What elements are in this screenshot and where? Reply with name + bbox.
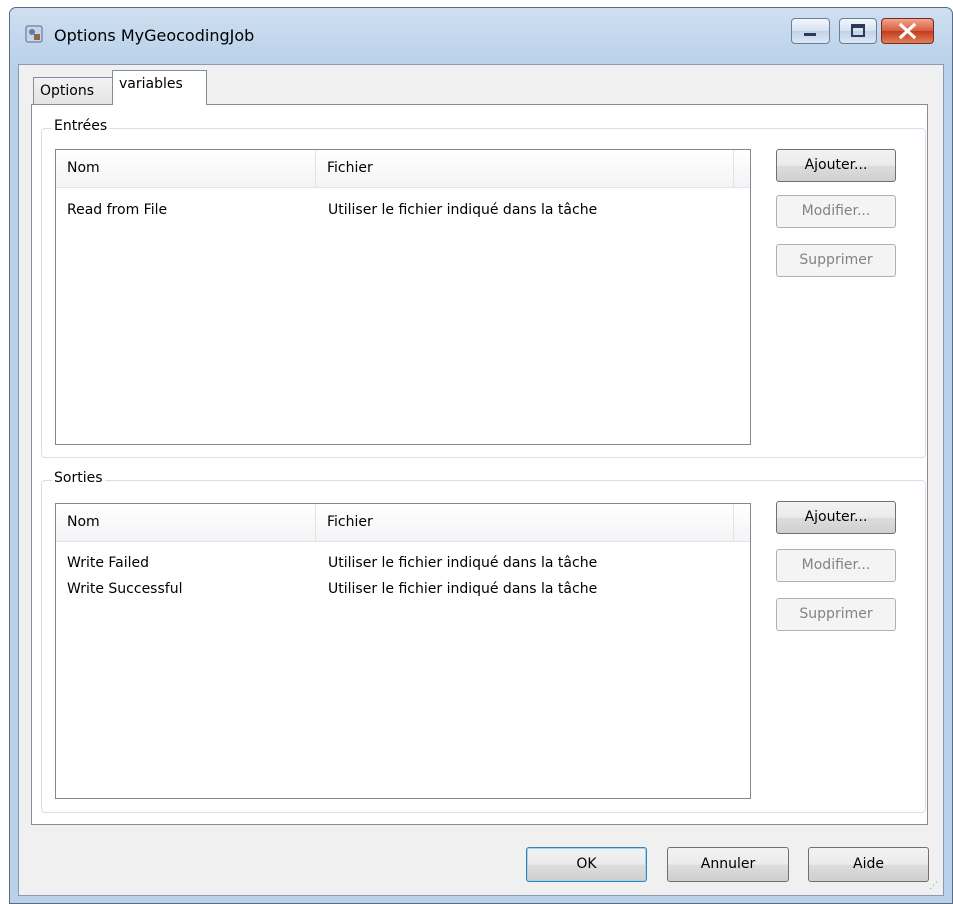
entrees-group: Entrées Nom Fichier Read from File Utili… xyxy=(41,118,926,458)
maximize-button[interactable] xyxy=(839,18,877,44)
list-item-fichier: Utiliser le fichier indiqué dans la tâch… xyxy=(328,555,598,571)
list-item-fichier: Utiliser le fichier indiqué dans la tâch… xyxy=(328,202,598,218)
sorties-group: Sorties Nom Fichier Write Failed Utilise… xyxy=(41,470,926,813)
list-item-nom: Write Successful xyxy=(67,581,183,597)
title-bar[interactable]: Options MyGeocodingJob xyxy=(10,8,952,64)
entrees-list[interactable]: Nom Fichier Read from File Utiliser le f… xyxy=(55,149,751,445)
entrees-delete-button[interactable]: Supprimer xyxy=(776,244,896,277)
sorties-list[interactable]: Nom Fichier Write Failed Utiliser le fic… xyxy=(55,503,751,799)
sorties-delete-button[interactable]: Supprimer xyxy=(776,598,896,631)
entrees-group-label: Entrées xyxy=(52,118,110,134)
list-item[interactable]: Write Failed Utiliser le fichier indiqué… xyxy=(56,551,750,575)
minimize-button[interactable] xyxy=(791,18,830,44)
ok-button[interactable]: OK xyxy=(526,847,647,882)
sorties-edit-button[interactable]: Modifier... xyxy=(776,549,896,582)
sorties-add-button[interactable]: Ajouter... xyxy=(776,501,896,534)
tab-options-label: Options xyxy=(40,83,95,99)
list-item-fichier: Utiliser le fichier indiqué dans la tâch… xyxy=(328,581,598,597)
cancel-button[interactable]: Annuler xyxy=(667,847,789,882)
column-header-fichier[interactable]: Fichier xyxy=(316,504,734,541)
list-item-nom: Write Failed xyxy=(67,555,150,571)
close-button[interactable] xyxy=(881,18,934,44)
app-icon xyxy=(25,25,43,43)
entrees-add-button[interactable]: Ajouter... xyxy=(776,149,896,182)
resize-grip[interactable]: ⋰ xyxy=(929,881,939,891)
sorties-list-header: Nom Fichier xyxy=(56,504,750,542)
tab-variables-label: variables xyxy=(119,76,183,92)
dialog-client-area: Options variables Entrées Nom Fichier Re… xyxy=(18,64,944,896)
options-window: Options MyGeocodingJob Options variables xyxy=(9,7,953,904)
column-header-nom[interactable]: Nom xyxy=(56,504,316,541)
minimize-icon xyxy=(804,33,816,36)
help-button[interactable]: Aide xyxy=(808,847,929,882)
window-title: Options MyGeocodingJob xyxy=(54,26,255,45)
list-item[interactable]: Write Successful Utiliser le fichier ind… xyxy=(56,577,750,601)
entrees-list-header: Nom Fichier xyxy=(56,150,750,188)
close-icon xyxy=(898,22,917,40)
entrees-edit-button[interactable]: Modifier... xyxy=(776,195,896,228)
list-item-nom: Read from File xyxy=(67,202,168,218)
column-header-fichier[interactable]: Fichier xyxy=(316,150,734,187)
maximize-icon xyxy=(851,24,865,37)
tab-options[interactable]: Options xyxy=(33,77,113,105)
list-item[interactable]: Read from File Utiliser le fichier indiq… xyxy=(56,198,750,222)
tab-variables[interactable]: variables xyxy=(112,70,207,105)
sorties-group-label: Sorties xyxy=(52,470,105,486)
column-header-nom[interactable]: Nom xyxy=(56,150,316,187)
